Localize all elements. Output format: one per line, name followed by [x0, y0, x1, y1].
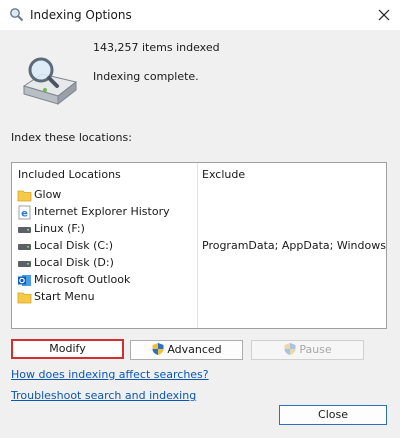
location-name: Local Disk (D:): [34, 256, 114, 269]
location-name: Microsoft Outlook: [34, 273, 131, 286]
list-item[interactable]: Local Disk (D:): [12, 255, 386, 272]
locations-list[interactable]: Included Locations Exclude Glow e Intern…: [11, 162, 387, 329]
close-window-icon[interactable]: [373, 4, 395, 26]
drive-icon: [18, 261, 31, 267]
advanced-label: Advanced: [167, 343, 222, 356]
list-item[interactable]: e Internet Explorer History: [12, 204, 386, 221]
uac-shield-icon: [152, 343, 164, 355]
advanced-button[interactable]: Advanced: [130, 340, 243, 360]
window-title: Indexing Options: [30, 8, 132, 22]
uac-shield-icon: [284, 343, 296, 355]
items-indexed-count: 143,257 items indexed: [93, 41, 220, 54]
list-item[interactable]: Local Disk (C:) ProgramData; AppData; Wi…: [12, 238, 386, 255]
modify-label: Modify: [49, 342, 86, 355]
location-exclude: ProgramData; AppData; Windows: [202, 239, 386, 252]
exclude-header[interactable]: Exclude: [202, 168, 245, 181]
close-label: Close: [318, 408, 348, 421]
indexing-status: Indexing complete.: [93, 70, 199, 83]
list-item[interactable]: Glow: [12, 187, 386, 204]
location-name: Linux (F:): [34, 222, 85, 235]
list-item[interactable]: Microsoft Outlook: [12, 272, 386, 289]
location-name: Internet Explorer History: [34, 205, 170, 218]
pause-label: Pause: [299, 343, 332, 356]
drive-icon: [18, 227, 31, 233]
list-item[interactable]: Linux (F:): [12, 221, 386, 238]
location-name: Local Disk (C:): [34, 239, 114, 252]
ie-history-icon: e: [18, 205, 31, 220]
indexing-options-icon: [10, 8, 24, 22]
how-indexing-affects-searches-link[interactable]: How does indexing affect searches?: [11, 368, 209, 381]
drive-icon: [18, 244, 31, 250]
included-locations-header[interactable]: Included Locations: [18, 168, 121, 181]
troubleshoot-search-link[interactable]: Troubleshoot search and indexing: [11, 389, 196, 402]
folder-icon: [17, 190, 32, 202]
pause-button[interactable]: Pause: [251, 340, 364, 360]
close-button[interactable]: Close: [279, 405, 387, 425]
list-item[interactable]: Start Menu: [12, 289, 386, 306]
svg-text:e: e: [21, 209, 28, 220]
indexing-drive-magnifier-icon: [22, 57, 78, 106]
folder-icon: [17, 292, 32, 304]
location-name: Start Menu: [34, 290, 95, 303]
locations-heading: Index these locations:: [11, 131, 132, 144]
title-bar: Indexing Options: [0, 0, 400, 30]
modify-button[interactable]: Modify: [11, 339, 124, 359]
outlook-icon: [18, 275, 31, 286]
location-name: Glow: [34, 188, 62, 201]
